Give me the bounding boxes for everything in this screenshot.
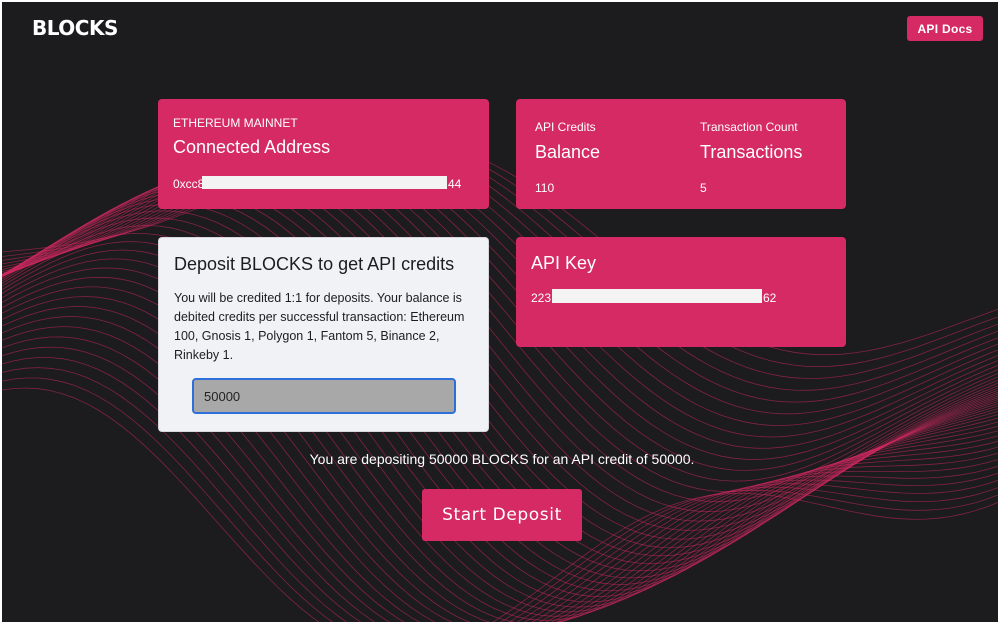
wave-line: [2, 336, 998, 622]
api-stats-card: API Credits Balance 110 Transaction Coun…: [516, 99, 846, 209]
wave-line: [2, 241, 998, 613]
deposit-notice: You are depositing 50000 BLOCKS for an A…: [309, 451, 695, 467]
start-deposit-button[interactable]: Start Deposit: [422, 489, 582, 541]
balance-value: 110: [535, 181, 555, 195]
transaction-count-label: Transaction Count: [700, 120, 798, 134]
address-prefix: 0xcc8: [173, 177, 205, 191]
wave-line: [2, 154, 998, 492]
api-key-title: API Key: [531, 253, 597, 273]
wave-line: [2, 141, 998, 379]
connected-address-card: ETHEREUM MAINNET Connected Address 0xcc8…: [158, 99, 489, 209]
api-docs-button[interactable]: API Docs: [907, 16, 983, 41]
address-suffix: 44: [448, 177, 462, 191]
wave-line: [2, 249, 998, 617]
brand-logo: BLOCKS: [32, 16, 118, 40]
api-key-redaction: [552, 289, 762, 303]
wave-line: [2, 267, 998, 622]
transactions-title: Transactions: [700, 142, 803, 162]
api-key-prefix: 223: [531, 291, 552, 305]
wave-line: [2, 258, 998, 621]
deposit-description: You will be credited 1:1 for deposits. Y…: [174, 291, 465, 362]
wave-line: [2, 316, 998, 622]
wave-line: [2, 225, 998, 603]
network-label: ETHEREUM MAINNET: [173, 116, 298, 130]
balance-title: Balance: [535, 142, 601, 162]
wave-line: [2, 141, 998, 368]
address-redaction: [202, 176, 447, 189]
wave-line: [2, 326, 998, 622]
api-key-card: API Key 223 62: [516, 237, 846, 347]
deposit-title: Deposit BLOCKS to get API credits: [174, 254, 455, 274]
deposit-card: Deposit BLOCKS to get API credits You wi…: [158, 237, 489, 432]
api-credits-label: API Credits: [535, 120, 596, 134]
api-key-suffix: 62: [763, 291, 777, 305]
wave-line: [2, 171, 998, 540]
wave-line: [2, 144, 998, 426]
transactions-value: 5: [700, 181, 707, 195]
deposit-amount-input[interactable]: [192, 378, 456, 414]
wave-line: [2, 346, 998, 622]
app-window: BLOCKS API Docs ETHEREUM MAINNET Connect…: [2, 2, 998, 622]
connected-address-title: Connected Address: [173, 137, 331, 157]
